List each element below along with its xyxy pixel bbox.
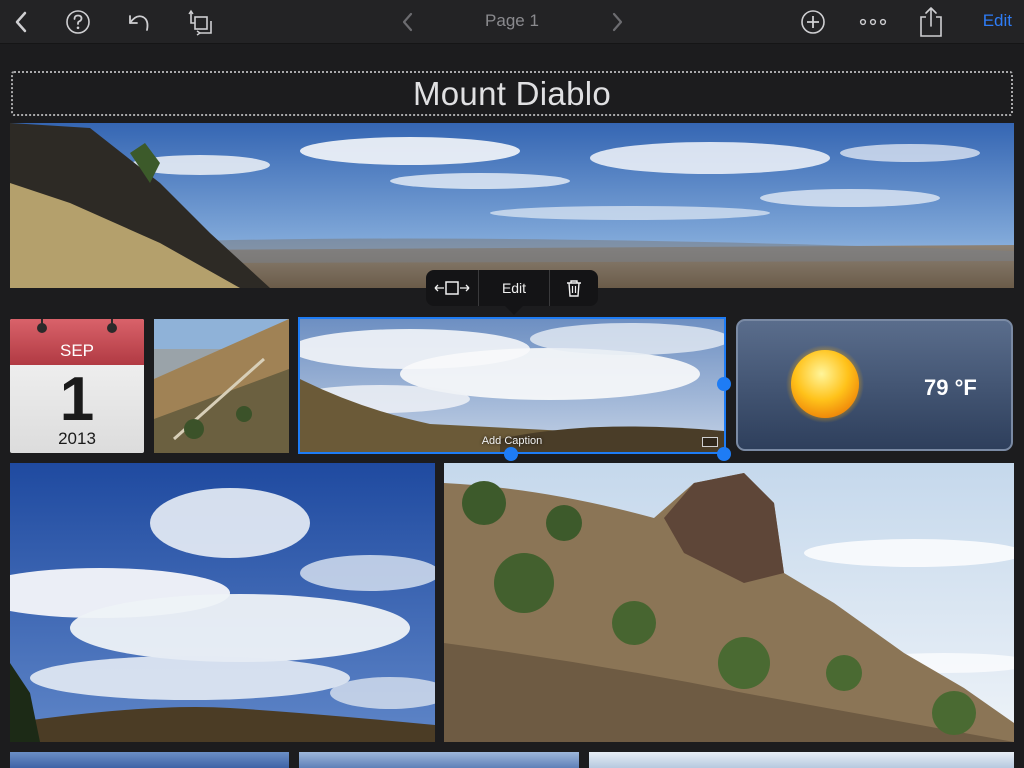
weather-tile[interactable]: 79 °F xyxy=(736,319,1013,451)
help-button[interactable] xyxy=(64,6,92,38)
resize-button[interactable] xyxy=(426,270,478,306)
selected-clouds-photo[interactable] xyxy=(300,319,724,452)
next-page-icon xyxy=(612,12,623,32)
trash-icon xyxy=(567,280,581,297)
calendar-year: 2013 xyxy=(58,429,96,448)
bottom-photo-middle[interactable] xyxy=(299,752,579,768)
resize-handle-right[interactable] xyxy=(717,377,731,391)
rotate-icon xyxy=(188,9,212,36)
caption-toggle-icon[interactable] xyxy=(702,437,718,447)
calendar-ring-icon xyxy=(107,319,117,333)
page-indicator: Page 1 xyxy=(485,11,539,30)
sun-icon xyxy=(786,345,864,423)
previous-page-button[interactable] xyxy=(396,6,418,38)
bottom-photo-left[interactable] xyxy=(10,752,289,768)
add-button[interactable] xyxy=(798,6,828,38)
resize-icon xyxy=(434,281,470,295)
edit-popover: Edit xyxy=(426,270,598,315)
edit-button[interactable]: Edit xyxy=(983,11,1012,31)
popover-edit-button[interactable]: Edit xyxy=(479,270,549,306)
rotate-button[interactable] xyxy=(184,6,216,38)
help-icon xyxy=(66,10,90,34)
calendar-month: SEP xyxy=(59,341,95,360)
undo-button[interactable] xyxy=(122,6,154,38)
toolbar: Page 1 Edit xyxy=(0,0,1024,44)
rock-outcrop-photo[interactable] xyxy=(444,463,1014,742)
clouds-sky-photo[interactable] xyxy=(10,463,435,742)
panorama-photo[interactable] xyxy=(10,123,1014,288)
back-chevron-icon xyxy=(15,11,27,33)
calendar-ring-icon xyxy=(37,319,47,333)
temperature-readout: 79 °F xyxy=(924,375,977,400)
share-icon xyxy=(920,7,942,37)
trail-photo[interactable] xyxy=(154,319,289,453)
previous-page-icon xyxy=(402,12,413,32)
resize-handle-bottom-right[interactable] xyxy=(717,447,731,461)
calendar-tile[interactable]: SEP 1 2013 xyxy=(10,319,144,453)
calendar-day: 1 xyxy=(59,365,95,434)
undo-icon xyxy=(129,15,149,31)
add-icon xyxy=(801,10,825,34)
journal-title[interactable]: Mount Diablo xyxy=(11,71,1013,116)
more-icon xyxy=(859,18,887,26)
resize-handle-bottom[interactable] xyxy=(504,447,518,461)
back-button[interactable] xyxy=(8,6,34,38)
more-button[interactable] xyxy=(857,6,889,38)
bottom-photo-right[interactable] xyxy=(589,752,1014,768)
next-page-button[interactable] xyxy=(607,6,629,38)
delete-button[interactable] xyxy=(550,270,598,306)
add-caption-field[interactable]: Add Caption xyxy=(300,435,724,447)
share-button[interactable] xyxy=(916,4,946,40)
